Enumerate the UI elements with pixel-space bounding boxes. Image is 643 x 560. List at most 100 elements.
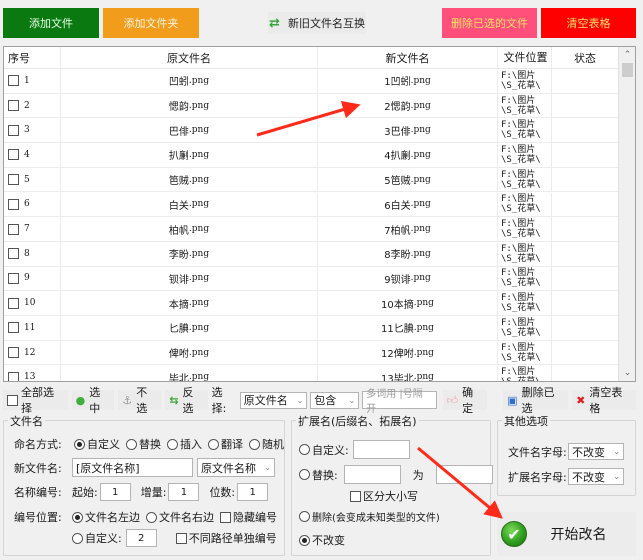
table-row[interactable]: 3 巴俳 .png 3巴俳 .png F:\图片\S_花草\ bbox=[4, 118, 618, 144]
naming-mode-radio[interactable]: 随机 bbox=[249, 436, 284, 452]
row-checkbox[interactable] bbox=[8, 149, 19, 161]
scroll-down-icon[interactable]: ⌄ bbox=[619, 365, 635, 381]
row-checkbox[interactable] bbox=[8, 124, 19, 136]
keyword-input[interactable]: 多词用 |号隔开 bbox=[362, 389, 437, 415]
case-sensitive-label: 区分大小写 bbox=[363, 490, 418, 503]
custom-position-input[interactable]: 2 bbox=[125, 529, 157, 547]
check-button[interactable]: ● 选中 bbox=[71, 386, 115, 415]
invert-button[interactable]: ⇆ 反选 bbox=[165, 386, 208, 415]
window-delete-icon: ▣ bbox=[507, 393, 518, 407]
new-ext: .png bbox=[410, 75, 431, 86]
table-row[interactable]: 9 钡诽 .png 9钡诽 .png F:\图片\S_花草\ bbox=[4, 266, 618, 292]
naming-mode-radio[interactable]: 插入 bbox=[167, 436, 202, 452]
digits-input[interactable]: 1 bbox=[237, 483, 269, 501]
position-custom-radio[interactable]: 自定义: bbox=[72, 530, 122, 546]
row-checkbox[interactable] bbox=[8, 198, 19, 210]
row-checkbox[interactable] bbox=[8, 322, 19, 334]
ext-replace-radio[interactable]: 替换: bbox=[299, 467, 338, 483]
clear-table-small-label: 清空表格 bbox=[589, 386, 623, 415]
naming-mode-radio[interactable]: 替换 bbox=[126, 436, 161, 452]
row-checkbox[interactable] bbox=[8, 297, 19, 309]
table-row[interactable]: 12 俾咐 .png 12俾咐 .png F:\图片\S_花草\ bbox=[4, 340, 618, 366]
position-left-radio[interactable]: 文件名左边 bbox=[72, 509, 140, 525]
select-all-checkbox[interactable]: 全部选择 bbox=[3, 386, 68, 415]
checkbox-icon bbox=[220, 511, 231, 523]
header-new-name[interactable]: 新文件名 bbox=[318, 47, 498, 68]
add-file-label: 添加文件 bbox=[29, 17, 73, 30]
table-row[interactable]: 10 本摘 .png 10本摘 .png F:\图片\S_花草\ bbox=[4, 291, 618, 316]
cell-location: F:\图片\S_花草\ bbox=[498, 316, 552, 340]
row-checkbox[interactable] bbox=[8, 248, 19, 260]
vertical-scrollbar[interactable]: ⌃ ⌄ bbox=[618, 47, 635, 381]
cell-new-name: 7柏帆 .png bbox=[318, 217, 498, 241]
table-row[interactable]: 2 愢韵 .png 2愢韵 .png F:\图片\S_花草\ bbox=[4, 93, 618, 119]
ext-replace-to-input[interactable] bbox=[435, 465, 493, 484]
row-checkbox[interactable] bbox=[8, 223, 19, 235]
header-no[interactable]: 序号 bbox=[4, 47, 61, 68]
confirm-label: 确定 bbox=[462, 386, 474, 415]
match-select[interactable]: 包含 ⌄ bbox=[310, 391, 360, 409]
delete-selected-files-button[interactable]: 删除已选的文件 bbox=[442, 8, 537, 38]
table-row[interactable]: 7 柏帆 .png 7柏帆 .png F:\图片\S_花草\ bbox=[4, 217, 618, 242]
ext-case-label: 扩展名字母: bbox=[508, 470, 567, 484]
new-name-input[interactable]: [原文件名称] bbox=[72, 458, 193, 477]
row-checkbox[interactable] bbox=[8, 75, 19, 87]
name-token-select[interactable]: 原文件名称 ⌄ bbox=[197, 458, 275, 477]
table-row[interactable]: 6 白关 .png 6白关 .png F:\图片\S_花草\ bbox=[4, 192, 618, 218]
ext-case-select[interactable]: 不改变 ⌄ bbox=[568, 468, 624, 485]
row-checkbox[interactable] bbox=[8, 174, 19, 186]
uncheck-button[interactable]: ⚓ 不选 bbox=[118, 386, 162, 415]
start-rename-button[interactable]: ✔ 开始改名 bbox=[497, 512, 636, 556]
filename-case-select[interactable]: 不改变 ⌄ bbox=[568, 443, 624, 460]
new-ext: .png bbox=[410, 100, 431, 111]
header-status[interactable]: 状态 bbox=[552, 47, 618, 68]
scroll-thumb[interactable] bbox=[622, 63, 633, 77]
header-original-name[interactable]: 原文件名 bbox=[61, 47, 318, 68]
clear-table-button[interactable]: 清空表格 bbox=[541, 8, 636, 38]
row-checkbox[interactable] bbox=[8, 272, 19, 284]
row-checkbox[interactable] bbox=[8, 100, 19, 112]
add-file-button[interactable]: 添加文件 bbox=[3, 8, 99, 38]
cell-original-name: 毕北 .png bbox=[61, 365, 318, 381]
naming-mode-radio[interactable]: 自定义 bbox=[74, 436, 120, 452]
original-ext: .png bbox=[188, 347, 210, 358]
ext-delete-radio[interactable]: 删除(会变成未知类型的文件) bbox=[299, 509, 440, 524]
add-folder-button[interactable]: 添加文件夹 bbox=[103, 8, 199, 38]
row-number: 3 bbox=[24, 125, 30, 136]
header-location[interactable]: 文件位置 bbox=[498, 47, 552, 68]
confirm-button[interactable]: 👍︎ 确定 bbox=[442, 386, 488, 415]
ext-custom-input[interactable] bbox=[352, 440, 410, 459]
row-checkbox[interactable] bbox=[8, 371, 19, 381]
separate-paths-checkbox[interactable]: 不同路径单独编号 bbox=[175, 530, 277, 546]
cell-no: 9 bbox=[4, 266, 61, 291]
ext-custom-radio[interactable]: 自定义: bbox=[299, 442, 349, 458]
new-name-value: [原文件名称] bbox=[76, 461, 140, 475]
ext-unchanged-radio[interactable]: 不改变 bbox=[299, 532, 345, 548]
delete-selected-button[interactable]: ▣ 删除已选 bbox=[503, 386, 569, 415]
row-checkbox[interactable] bbox=[8, 347, 19, 359]
swap-names-button[interactable]: ⇄ 新旧文件名互换 bbox=[268, 12, 366, 34]
new-ext: .png bbox=[413, 322, 434, 333]
field-select[interactable]: 原文件名 ⌄ bbox=[239, 391, 308, 409]
table-row[interactable]: 8 李盼 .png 8李盼 .png F:\图片\S_花草\ bbox=[4, 241, 618, 267]
cell-status bbox=[552, 69, 618, 93]
new-ext: .png bbox=[410, 224, 431, 235]
cell-location: F:\图片\S_花草\ bbox=[498, 291, 552, 315]
table-row[interactable]: 1 凹蚓 .png 1凹蚓 .png F:\图片\S_花草\ bbox=[4, 69, 618, 94]
case-sensitive-checkbox[interactable]: 区分大小写 bbox=[350, 488, 418, 504]
table-row[interactable]: 13毕北.png13毕北.pngF:\图片\S_花草\ bbox=[4, 365, 618, 381]
ext-replace-from-input[interactable] bbox=[343, 465, 401, 484]
scroll-up-icon[interactable]: ⌃ bbox=[619, 47, 635, 63]
start-input[interactable]: 1 bbox=[99, 483, 131, 501]
table-row[interactable]: 4 扒劆 .png 4扒劆 .png F:\图片\S_花草\ bbox=[4, 143, 618, 168]
radio-icon bbox=[167, 438, 178, 450]
table-row[interactable]: 5 笆贼 .png 5笆贼 .png F:\图片\S_花草\ bbox=[4, 167, 618, 193]
shuffle-icon: ⇆ bbox=[169, 393, 179, 407]
clear-table-small-button[interactable]: ✖ 清空表格 bbox=[572, 386, 636, 415]
position-right-radio[interactable]: 文件名右边 bbox=[146, 509, 214, 525]
table-row[interactable]: 11 匕腆 .png 11匕腆 .png F:\图片\S_花草\ bbox=[4, 316, 618, 341]
step-input[interactable]: 1 bbox=[168, 483, 200, 501]
hide-number-checkbox[interactable]: 隐藏编号 bbox=[220, 509, 277, 525]
radio-icon bbox=[72, 532, 83, 544]
naming-mode-radio[interactable]: 翻译 bbox=[208, 436, 243, 452]
